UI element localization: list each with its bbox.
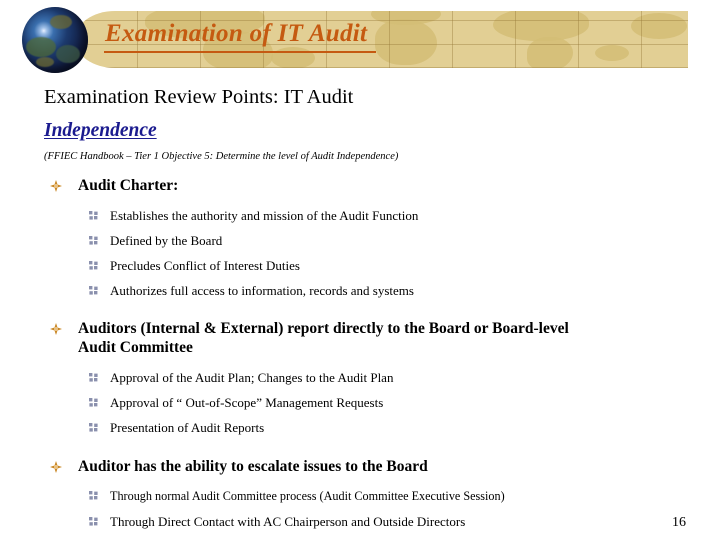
bullet-level2-text: Presentation of Audit Reports: [110, 419, 265, 435]
bullet-level2-text: Approval of the Audit Plan; Changes to t…: [110, 369, 394, 385]
map-landmass-namerica: [493, 11, 589, 41]
bullet-level2-text: Defined by the Board: [110, 232, 223, 248]
bullet-level2: Authorizes full access to information, r…: [0, 278, 720, 303]
map-gridline-h: [75, 67, 688, 68]
gray-squares-bullet-icon: [89, 491, 98, 500]
bullet-level2: Presentation of Audit Reports: [0, 415, 720, 440]
map-landmass-africa: [375, 19, 437, 65]
slide-title: Examination of IT Audit: [105, 20, 368, 47]
bullet-level2: Establishes the authority and mission of…: [0, 203, 720, 228]
map-landmass-europe: [371, 11, 441, 25]
source-reference: (FFIEC Handbook – Tier 1 Objective 5: De…: [44, 151, 399, 162]
bullet-level2: Precludes Conflict of Interest Duties: [0, 253, 720, 278]
gray-squares-bullet-icon: [89, 397, 98, 407]
gray-squares-bullet-icon: [89, 235, 98, 245]
bullet-level2: Through normal Audit Committee process (…: [0, 483, 720, 509]
bullet-level2: Through Direct Contact with AC Chairpers…: [0, 509, 720, 534]
globe-continent: [26, 37, 56, 57]
bullet-level2-text: Precludes Conflict of Interest Duties: [110, 257, 300, 273]
orange-star-bullet-icon: [50, 460, 62, 473]
page-title: Examination Review Points: IT Audit: [44, 86, 354, 108]
section-subtitle: Independence: [44, 120, 157, 141]
gray-squares-bullet-icon: [89, 372, 98, 382]
bullet-level2-text: Authorizes full access to information, r…: [110, 282, 414, 298]
bullet-level1-text: Audit Charter:: [78, 177, 179, 194]
bullet-level1: Auditor has the ability to escalate issu…: [0, 457, 720, 477]
bullet-level2: Approval of the Audit Plan; Changes to t…: [0, 365, 720, 390]
gray-squares-bullet-icon: [89, 260, 98, 270]
orange-star-bullet-icon: [50, 322, 62, 335]
page-number: 16: [672, 515, 686, 530]
slide-title-underline: [104, 51, 376, 53]
gray-squares-bullet-icon: [89, 210, 98, 220]
globe-continent: [36, 57, 54, 67]
bullet-level2: Approval of “ Out-of-Scope” Management R…: [0, 390, 720, 415]
globe-icon: [22, 7, 88, 73]
bullet-group: Audit Charter: Establishes the authority…: [0, 176, 720, 303]
slide-body: Examination Review Points: IT Audit Inde…: [0, 80, 720, 540]
globe-continent: [56, 45, 80, 63]
bullet-level1: Audit Charter:: [0, 176, 720, 196]
bullet-level2-text: Through Direct Contact with AC Chairpers…: [110, 514, 466, 529]
bullet-level1-text: Auditors (Internal & External) report di…: [78, 319, 569, 357]
slide-header: Examination of IT Audit: [0, 0, 720, 80]
bullet-list: Audit Charter: Establishes the authority…: [0, 176, 720, 534]
bullet-group: Auditor has the ability to escalate issu…: [0, 457, 720, 535]
gray-squares-bullet-icon: [89, 517, 98, 526]
globe-continent: [50, 15, 72, 29]
bullet-level2: Defined by the Board: [0, 228, 720, 253]
bullet-level1: Auditors (Internal & External) report di…: [0, 319, 720, 358]
gray-squares-bullet-icon: [89, 422, 98, 432]
map-landmass-samerica: [527, 37, 573, 68]
orange-star-bullet-icon: [50, 180, 62, 192]
bullet-level2-text: Through normal Audit Committee process (…: [110, 489, 505, 503]
bullet-level2-text: Establishes the authority and mission of…: [110, 207, 419, 223]
map-landmass-islands: [595, 45, 629, 61]
map-landmass-eastasia: [631, 13, 687, 39]
bullet-group: Auditors (Internal & External) report di…: [0, 319, 720, 440]
bullet-level1-text: Auditor has the ability to escalate issu…: [78, 457, 428, 475]
gray-squares-bullet-icon: [89, 285, 98, 295]
bullet-level2-text: Approval of “ Out-of-Scope” Management R…: [110, 394, 384, 410]
